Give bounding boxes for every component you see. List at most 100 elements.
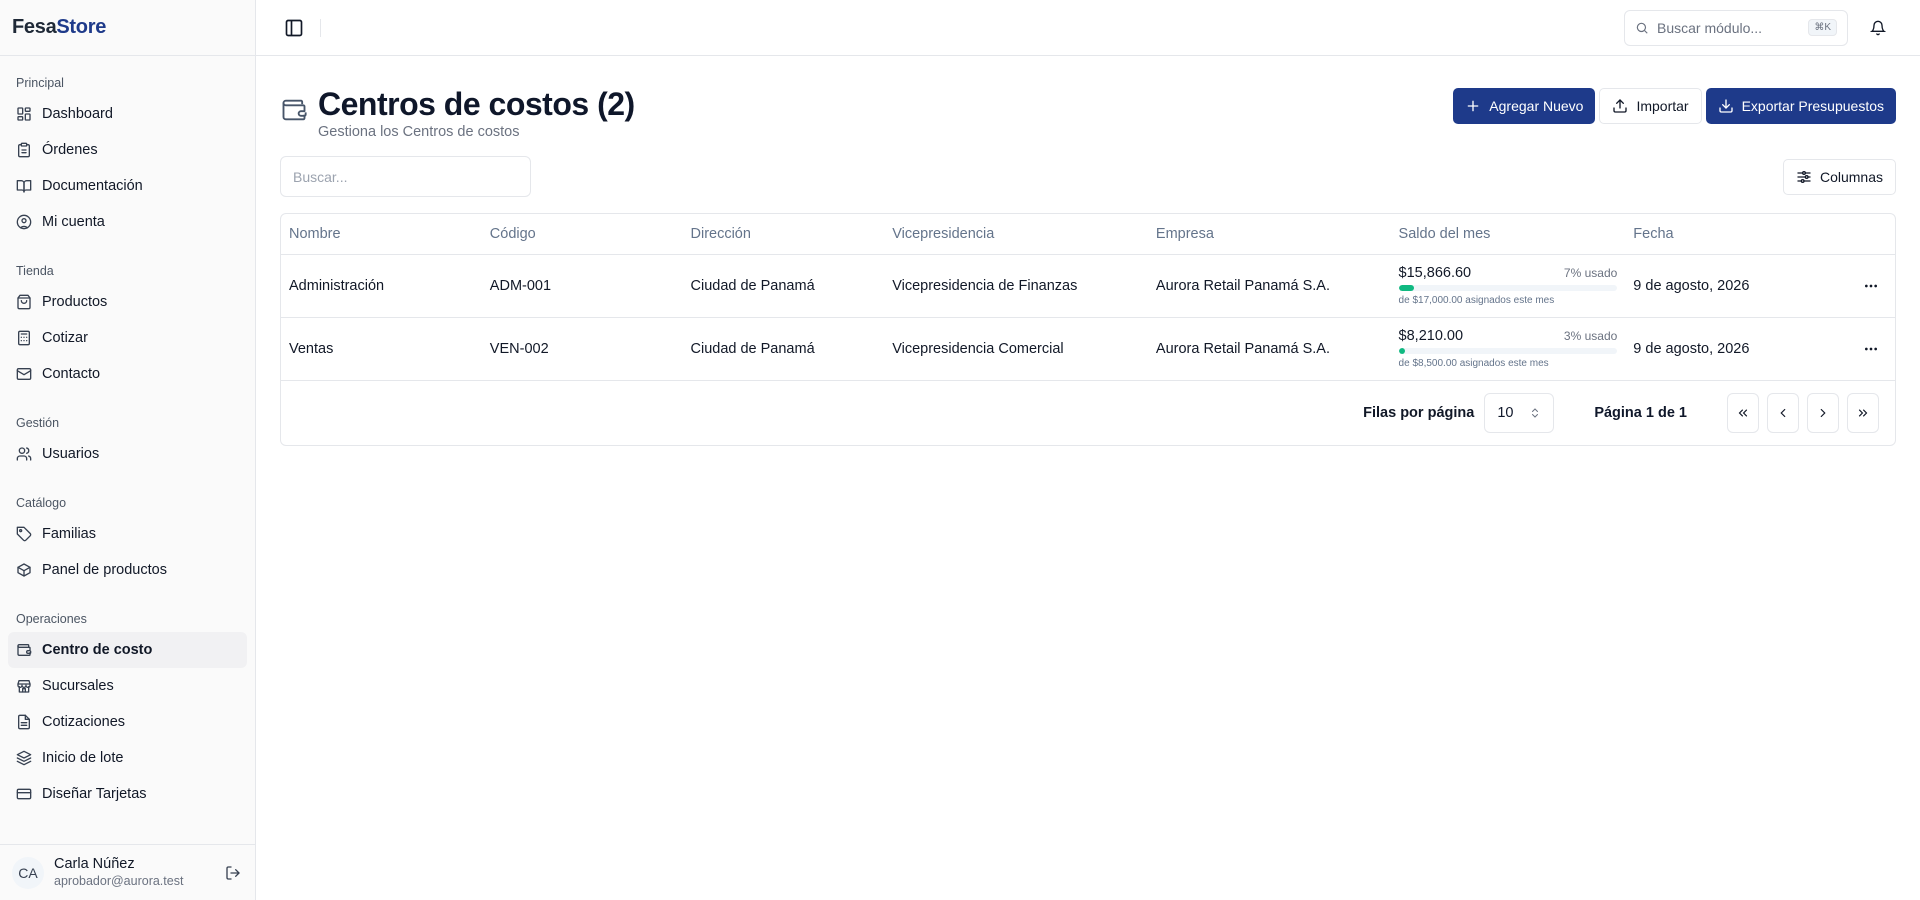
tag-icon: [16, 526, 32, 542]
cell-saldo: $15,866.60 7% usado de $17,000.00 asignado…: [1390, 254, 1626, 318]
sidebar-item-label: Mi cuenta: [42, 214, 105, 230]
prev-page-button[interactable]: [1767, 392, 1799, 433]
col-nombre[interactable]: Nombre: [281, 214, 482, 255]
sidebar-item-sucursales[interactable]: Sucursales: [8, 668, 247, 704]
table-head: Nombre Código Dirección Vicepresidencia …: [281, 214, 1895, 255]
module-search[interactable]: Buscar módulo... ⌘K: [1624, 9, 1848, 46]
chevron-right-icon: [1820, 408, 1826, 417]
add-new-button[interactable]: Agregar Nuevo: [1453, 88, 1596, 124]
logout-button[interactable]: [223, 863, 243, 883]
nav-group-principal: Principal Dashboard Órdenes Documentación Mi…: [8, 66, 247, 240]
chevrons-right-icon: [1858, 409, 1868, 416]
table-toolbar: Columnas: [280, 156, 1896, 197]
sidebar-item-label: Dashboard: [42, 106, 113, 122]
download-icon: [1718, 99, 1733, 113]
panel-left-icon: [285, 19, 303, 36]
page-header: Centros de costos (2) Gestiona los Centr…: [280, 80, 1896, 140]
col-vicepresidencia[interactable]: Vicepresidencia: [884, 214, 1148, 255]
sidebar-item-mi-cuenta[interactable]: Mi cuenta: [8, 204, 247, 240]
usage-progress-fill: [1398, 285, 1414, 291]
saldo-note: de $17,000.00 asignados este mes: [1398, 295, 1555, 306]
row-actions-button[interactable]: [1855, 333, 1887, 365]
export-budgets-button[interactable]: Exportar Presupuestos: [1705, 88, 1896, 124]
cell-vicepresidencia: Vicepresidencia Comercial: [884, 317, 1148, 381]
sidebar-item-documentacion[interactable]: Documentación: [8, 168, 247, 204]
sidebar-item-contacto[interactable]: Contacto: [8, 356, 247, 392]
wallet-icon: [17, 644, 32, 656]
cost-centers-table: Nombre Código Dirección Vicepresidencia …: [280, 213, 1896, 446]
users-icon: [16, 447, 32, 461]
sidebar-item-label: Inicio de lote: [42, 750, 124, 766]
col-saldo[interactable]: Saldo del mes: [1390, 214, 1626, 255]
brand-logo[interactable]: Fesa Store: [0, 0, 255, 56]
next-page-button[interactable]: [1807, 392, 1839, 433]
sidebar-toggle-button[interactable]: [278, 12, 310, 44]
upload-icon: [1613, 99, 1628, 113]
plus-icon: [1467, 100, 1479, 112]
cell-empresa: Aurora Retail Panamá S.A.: [1147, 254, 1391, 318]
sidebar-item-label: Familias: [42, 526, 96, 542]
title-block: Centros de costos (2) Gestiona los Centr…: [318, 80, 1453, 140]
columns-label: Columnas: [1819, 168, 1883, 185]
main-area: Buscar módulo... ⌘K Centros de costos (2…: [256, 0, 1920, 900]
columns-button[interactable]: Columnas: [1782, 158, 1896, 195]
nav-group-label: Tienda: [16, 264, 54, 278]
col-direccion[interactable]: Dirección: [682, 214, 885, 255]
nav-group-gestion: Gestión Usuarios: [8, 406, 247, 472]
sidebar-item-cotizaciones[interactable]: Cotizaciones: [8, 704, 247, 740]
sidebar-item-label: Contacto: [42, 366, 101, 382]
usage-progress-fill: [1398, 348, 1406, 354]
sidebar-item-label: Diseñar Tarjetas: [42, 786, 147, 802]
sidebar-item-label: Centro de costo: [42, 642, 153, 658]
sidebar-item-label: Panel de productos: [42, 562, 167, 578]
import-button[interactable]: Importar: [1599, 88, 1702, 124]
topbar-divider: [320, 18, 321, 37]
cell-direccion: Ciudad de Panamá: [682, 317, 885, 381]
table-row[interactable]: Ventas VEN-002 Ciudad de Panamá Vicepreside…: [281, 317, 1895, 381]
sidebar-item-panel-de-productos[interactable]: Panel de productos: [8, 552, 247, 588]
sidebar-item-label: Documentación: [42, 178, 143, 194]
first-page-button[interactable]: [1727, 392, 1759, 433]
sidebar-item-productos[interactable]: Productos: [8, 284, 247, 320]
col-fecha[interactable]: Fecha: [1625, 214, 1825, 255]
sidebar-item-ordenes[interactable]: Órdenes: [8, 132, 247, 168]
file-text-icon: [18, 714, 30, 730]
page-title: Centros de costos (2): [318, 86, 635, 122]
saldo-note: de $8,500.00 asignados este mes: [1398, 358, 1549, 369]
sidebar-item-centro-de-costo[interactable]: Centro de costo: [8, 632, 247, 668]
cell-empresa: Aurora Retail Panamá S.A.: [1147, 317, 1391, 381]
table-body: Administración ADM-001 Ciudad de Panamá Vic…: [281, 254, 1895, 381]
sidebar-item-inicio-de-lote[interactable]: Inicio de lote: [8, 740, 247, 776]
col-empresa[interactable]: Empresa: [1147, 214, 1391, 255]
row-actions-button[interactable]: [1855, 270, 1887, 302]
sidebar-item-disenar-tarjetas[interactable]: Diseñar Tarjetas: [8, 776, 247, 812]
col-codigo[interactable]: Código: [481, 214, 683, 255]
store-icon: [17, 680, 31, 693]
table-row[interactable]: Administración ADM-001 Ciudad de Panamá Vic…: [281, 254, 1895, 318]
rows-per-page-select[interactable]: 10: [1484, 392, 1555, 433]
saldo-header: $15,866.60 7% usado: [1399, 265, 1618, 281]
export-budgets-label: Exportar Presupuestos: [1741, 98, 1884, 114]
saldo-amount: $15,866.60: [1398, 265, 1472, 281]
nav-group-tienda: Tienda Productos Cotizar Contacto: [8, 254, 247, 392]
user-profile[interactable]: CA Carla Núñez aprobador@aurora.test: [0, 844, 255, 900]
notifications-button[interactable]: [1860, 10, 1896, 46]
sidebar-item-cotizar[interactable]: Cotizar: [8, 320, 247, 356]
dashboard-grid-icon: [17, 107, 31, 121]
nav-group-label: Principal: [16, 76, 64, 90]
sidebar-item-familias[interactable]: Familias: [8, 516, 247, 552]
shopping-bag-icon: [17, 294, 31, 310]
nav-group-label: Catálogo: [16, 496, 67, 510]
usage-progress-bar: [1398, 348, 1618, 354]
mail-icon: [16, 368, 32, 380]
nav-group-catalogo: Catálogo Familias Panel de productos: [8, 486, 247, 588]
topbar: Buscar módulo... ⌘K: [256, 0, 1920, 56]
cell-nombre: Ventas: [281, 317, 482, 381]
cell-nombre: Administración: [281, 254, 482, 318]
last-page-button[interactable]: [1847, 392, 1879, 433]
search-input[interactable]: [280, 156, 531, 197]
user-circle-icon: [16, 214, 32, 230]
sidebar-item-dashboard[interactable]: Dashboard: [8, 96, 247, 132]
sidebar-item-usuarios[interactable]: Usuarios: [8, 436, 247, 472]
saldo-percent: 7% usado: [1563, 266, 1618, 280]
